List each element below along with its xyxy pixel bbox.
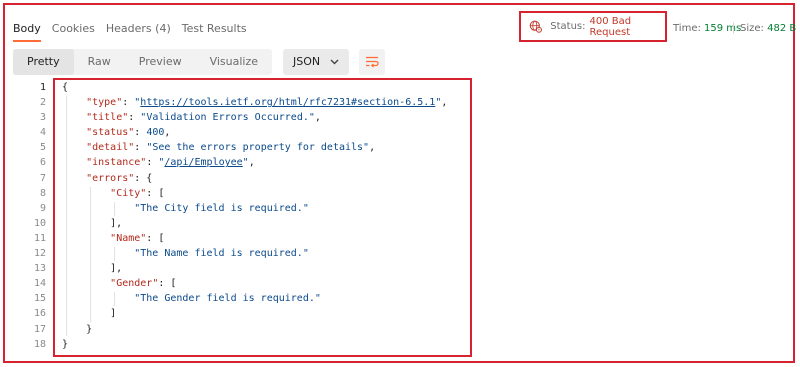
line-number: 7 [39, 172, 46, 184]
code-line: ], [62, 217, 123, 229]
code-line: { [62, 82, 69, 93]
code-line: "errors": { [86, 172, 153, 184]
line-number: 17 [33, 323, 46, 335]
line-number: 6 [39, 157, 46, 169]
line-number: 16 [33, 308, 46, 320]
code-line: "instance": "/api/Employee", [86, 157, 255, 169]
line-number: 18 [33, 338, 46, 350]
line-number: 1 [39, 82, 46, 93]
code-line: "Gender": [ [110, 278, 177, 290]
globe-error-icon[interactable] [529, 19, 542, 34]
code-line: "The Name field is required." [134, 248, 309, 260]
code-line: ], [62, 263, 123, 275]
status-highlight: Status: 400 Bad Request [519, 11, 667, 42]
wrap-lines-icon [366, 56, 379, 68]
view-pretty-button[interactable]: Pretty [13, 49, 74, 75]
line-number: 8 [39, 187, 46, 199]
tab-headers[interactable]: Headers (4) [106, 20, 171, 40]
instance-url-link[interactable]: /api/Employee [164, 157, 242, 168]
code-line: "type": "https://tools.ietf.org/html/rfc… [86, 97, 448, 109]
code-line: "detail": "See the errors property for d… [86, 142, 376, 154]
line-number: 13 [33, 263, 46, 275]
response-size[interactable]: Size: 482 B [740, 23, 796, 34]
line-number: 2 [39, 97, 46, 109]
line-number: 4 [39, 127, 46, 139]
code-line: "title": "Validation Errors Occurred.", [86, 112, 321, 124]
tab-cookies[interactable]: Cookies [52, 20, 95, 40]
meta-divider [733, 22, 734, 34]
line-number: 14 [33, 278, 46, 290]
line-number: 11 [33, 232, 46, 244]
code-line: } [62, 323, 93, 335]
code-line: "The City field is required." [134, 202, 309, 214]
view-visualize-button[interactable]: Visualize [196, 49, 272, 75]
size-label: Size: [740, 23, 764, 34]
size-value: 482 B [767, 23, 797, 34]
line-number: 15 [33, 293, 46, 305]
line-number: 3 [39, 112, 46, 124]
type-url-link[interactable]: https://tools.ietf.org/html/rfc7231#sect… [140, 97, 435, 108]
line-number: 5 [39, 142, 46, 154]
status-value[interactable]: 400 Bad Request [590, 16, 666, 38]
view-raw-button[interactable]: Raw [74, 49, 125, 75]
response-time[interactable]: Time: 159 ms [673, 23, 741, 34]
code-line: ] [62, 308, 117, 320]
tab-test-results[interactable]: Test Results [182, 20, 247, 40]
line-number: 10 [33, 217, 46, 229]
tab-headers-count: (4) [155, 22, 171, 35]
chevron-down-icon [330, 59, 339, 65]
line-number: 9 [39, 202, 46, 214]
view-mode-segment: Pretty Raw Preview Visualize [13, 49, 273, 75]
status-label: Status: [550, 21, 586, 32]
time-value: 159 ms [704, 23, 742, 34]
tab-headers-label: Headers [105, 22, 152, 35]
tab-body[interactable]: Body [13, 20, 41, 42]
line-number-gutter: 1 2 3 4 5 6 7 8 9 10 11 12 13 14 15 16 1… [0, 80, 48, 352]
code-line: "City": [ [110, 187, 165, 199]
format-select[interactable]: JSON [283, 49, 350, 75]
code-line: "status": 400, [86, 127, 171, 139]
format-select-value: JSON [293, 55, 321, 68]
code-line: } [62, 338, 69, 350]
response-tabs: Body Cookies Headers (4) Test Results [13, 20, 258, 42]
view-preview-button[interactable]: Preview [125, 49, 196, 75]
json-code-view[interactable]: { "type": "https://tools.ietf.org/html/r… [62, 80, 482, 352]
code-line: "Name": [ [110, 232, 165, 244]
body-toolbar: Pretty Raw Preview Visualize JSON [13, 49, 386, 75]
time-label: Time: [673, 23, 701, 34]
code-line: "The Gender field is required." [134, 293, 321, 305]
line-number: 12 [33, 248, 46, 260]
wrap-lines-button[interactable] [359, 49, 386, 75]
